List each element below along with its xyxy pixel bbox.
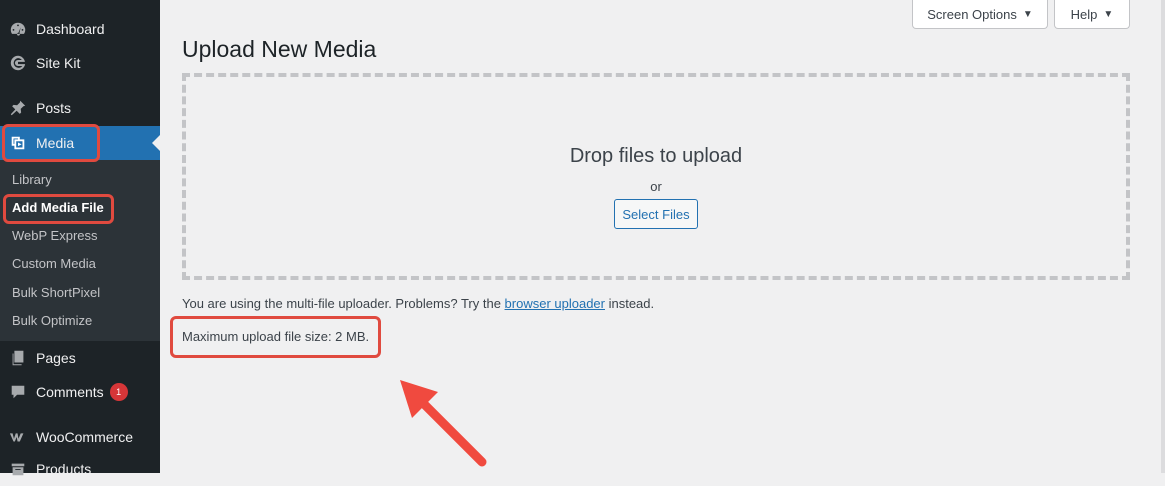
sidebar-item-label: Media: [36, 135, 75, 151]
media-submenu: Library Add Media File WebP Express Cust…: [0, 160, 160, 341]
submenu-item-webp-express[interactable]: WebP Express: [12, 226, 98, 246]
sidebar-item-pages[interactable]: Pages: [0, 341, 160, 375]
sidebar-item-label: Pages: [36, 350, 76, 366]
page-title: Upload New Media: [182, 36, 377, 63]
caret-down-icon: ▼: [1103, 8, 1114, 20]
woocommerce-icon: [0, 420, 36, 454]
drop-or-text: or: [650, 179, 662, 194]
sidebar-item-comments[interactable]: Comments 1: [0, 375, 160, 409]
media-icon: [0, 126, 36, 160]
submenu-item-library[interactable]: Library: [12, 170, 52, 190]
products-icon: [0, 452, 36, 486]
help-button[interactable]: Help ▼: [1054, 0, 1130, 29]
sidebar-item-label: Comments: [36, 384, 104, 400]
uploader-note-prefix: You are using the multi-file uploader. P…: [182, 296, 505, 311]
sidebar-item-products[interactable]: Products: [0, 452, 160, 486]
pin-icon: [0, 91, 36, 125]
submenu-item-bulk-optimize[interactable]: Bulk Optimize: [12, 311, 92, 331]
sidebar-item-woocommerce[interactable]: WooCommerce: [0, 420, 160, 454]
annotation-arrow-icon: [400, 380, 487, 467]
uploader-note-suffix: instead.: [604, 296, 655, 311]
sidebar-item-label: Dashboard: [36, 21, 105, 37]
browser-uploader-link[interactable]: browser uploader: [505, 296, 605, 311]
upload-dropzone[interactable]: Drop files to upload or Select Files: [182, 73, 1130, 280]
drop-files-title: Drop files to upload: [569, 145, 743, 167]
current-menu-arrow: [152, 135, 160, 151]
sidebar-item-label: Posts: [36, 100, 72, 116]
caret-down-icon: ▼: [1022, 8, 1033, 20]
submenu-item-add-media-file[interactable]: Add Media File: [12, 198, 104, 218]
sidebar-item-dashboard[interactable]: Dashboard: [0, 12, 160, 46]
sidebar-item-site-kit[interactable]: Site Kit: [0, 46, 160, 80]
sidebar-item-label: WooCommerce: [36, 429, 133, 445]
uploader-note: You are using the multi-file uploader. P…: [182, 296, 654, 311]
page-scrollbar[interactable]: [1161, 0, 1165, 473]
submenu-item-bulk-shortpixel[interactable]: Bulk ShortPixel: [12, 283, 100, 303]
pages-icon: [0, 341, 36, 375]
screen-options-button[interactable]: Screen Options ▼: [912, 0, 1048, 29]
sidebar-item-posts[interactable]: Posts: [0, 91, 160, 125]
sidebar-item-label: Site Kit: [36, 55, 81, 71]
dashboard-icon: [0, 12, 36, 46]
max-upload-size-text: Maximum upload file size: 2 MB.: [182, 329, 370, 344]
help-label: Help: [1070, 6, 1098, 22]
admin-sidebar: Dashboard Site Kit Posts Media Library A…: [0, 0, 160, 477]
comment-icon: [0, 375, 36, 409]
submenu-item-custom-media[interactable]: Custom Media: [12, 254, 96, 274]
site-kit-icon: [0, 46, 36, 80]
sidebar-item-label: Products: [36, 461, 92, 477]
comment-count-badge: 1: [109, 383, 128, 401]
select-files-button[interactable]: Select Files: [614, 199, 698, 229]
screen-options-label: Screen Options: [927, 6, 1017, 22]
sidebar-item-media[interactable]: Media: [0, 126, 160, 160]
